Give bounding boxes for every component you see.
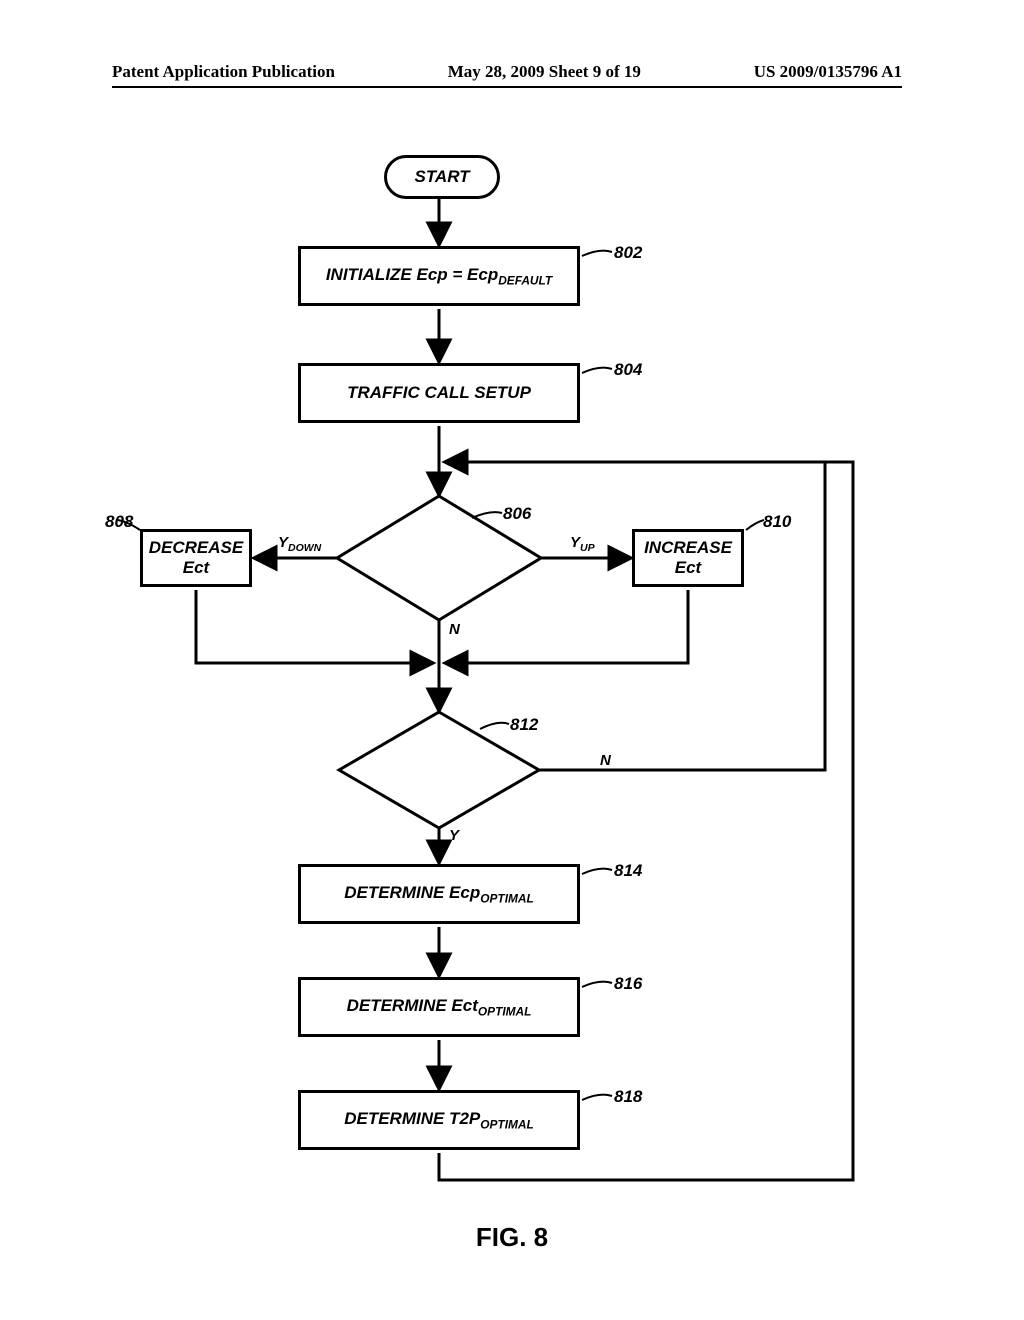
process-810-text-b: Ect [675,558,701,577]
page-header: Patent Application Publication May 28, 2… [112,62,902,82]
ref-816: 816 [614,974,642,994]
process-816-text-main: DETERMINE Ect [347,996,478,1015]
decision-812-line2: ADEQUATE? [391,771,489,788]
header-right: US 2009/0135796 A1 [754,62,902,82]
process-810: INCREASE Ect [632,529,744,587]
ref-804: 804 [614,360,642,380]
process-818: DETERMINE T2POPTIMAL [298,1090,580,1150]
header-center: May 28, 2009 Sheet 9 of 19 [448,62,641,82]
edge-label-ydown-main: Y [278,534,288,551]
process-802-text-sub: DEFAULT [498,273,552,287]
process-814-text-main: DETERMINE Ecp [344,883,480,902]
ref-806: 806 [503,504,531,524]
process-802-text: INITIALIZE Ecp = EcpDEFAULT [326,265,552,288]
process-802-text-main: INITIALIZE Ecp = Ecp [326,265,498,284]
process-816-text: DETERMINE EctOPTIMAL [347,996,532,1019]
process-816-text-sub: OPTIMAL [478,1004,532,1018]
edge-label-806-no: N [449,621,460,638]
decision-806-line2: CONTROL? [396,563,485,580]
ref-814: 814 [614,861,642,881]
decision-812-label: PER ADEQUATE? [380,753,500,790]
figure-label: FIG. 8 [0,1222,1024,1253]
edge-label-ydown-sub: DOWN [288,542,321,554]
edge-label-yup: YUP [570,534,595,554]
process-808: DECREASE Ect [140,529,252,587]
page: Patent Application Publication May 28, 2… [0,0,1024,1320]
process-808-text-a: DECREASE [149,538,243,557]
ref-812: 812 [510,715,538,735]
process-814: DETERMINE EcpOPTIMAL [298,864,580,924]
decision-806-label: FL POWER CONTROL? [380,545,500,582]
edge-label-ydown: YDOWN [278,534,321,554]
header-rule [112,86,902,88]
process-808-text-b: Ect [183,558,209,577]
decision-806-line1: FL POWER [398,545,482,562]
ref-810: 810 [763,512,791,532]
ref-802: 802 [614,243,642,263]
process-810-text: INCREASE Ect [644,538,732,579]
process-814-text: DETERMINE EcpOPTIMAL [344,883,534,906]
process-810-text-a: INCREASE [644,538,732,557]
edge-label-yup-main: Y [570,534,580,551]
edge-label-812-no: N [600,752,611,769]
decision-812-line1: PER [424,753,457,770]
process-818-text-main: DETERMINE T2P [344,1109,480,1128]
process-818-text: DETERMINE T2POPTIMAL [344,1109,534,1132]
edge-label-yup-sub: UP [580,542,595,554]
ref-818: 818 [614,1087,642,1107]
process-804: TRAFFIC CALL SETUP [298,363,580,423]
process-808-text: DECREASE Ect [149,538,243,579]
header-left: Patent Application Publication [112,62,335,82]
process-818-text-sub: OPTIMAL [480,1117,534,1131]
process-802: INITIALIZE Ecp = EcpDEFAULT [298,246,580,306]
edge-label-812-yes: Y [449,827,459,844]
process-816: DETERMINE EctOPTIMAL [298,977,580,1037]
ref-808: 808 [105,512,133,532]
process-814-text-sub: OPTIMAL [480,891,534,905]
start-terminator: START [384,155,500,199]
